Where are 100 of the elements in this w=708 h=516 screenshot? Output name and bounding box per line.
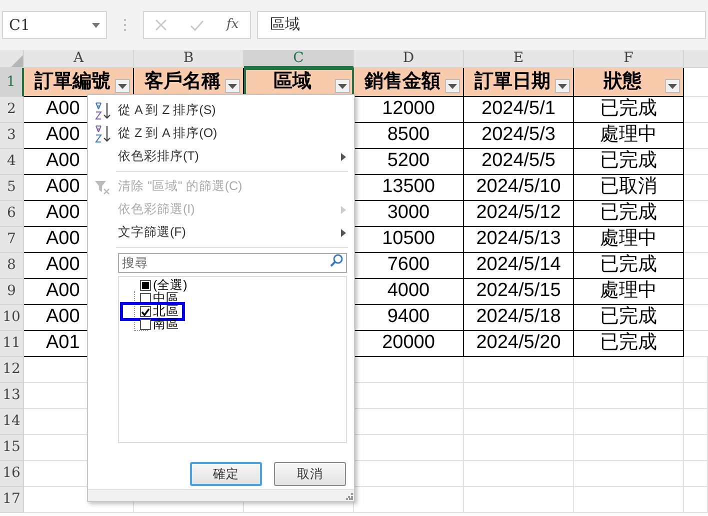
table-cell-text: 處理中 (600, 123, 657, 148)
caret-icon (668, 84, 677, 88)
table-cell-text: 2024/5/12 (476, 201, 561, 226)
header-cell-text: 客戶名稱 (144, 70, 222, 94)
table-cell-text: A00 (46, 97, 80, 122)
row-header[interactable]: 12 (0, 357, 24, 383)
caret-icon (92, 22, 100, 28)
row-header[interactable]: 13 (0, 383, 24, 409)
header-strip (684, 50, 708, 68)
table-cell-text: A00 (46, 201, 80, 226)
table-cell-text: 8500 (387, 123, 430, 148)
row-header[interactable]: 9 (0, 279, 24, 305)
column-header[interactable]: E (464, 50, 574, 68)
row-header[interactable]: 1 (0, 68, 24, 97)
table-cell-text: 2024/5/13 (476, 227, 561, 252)
row-header[interactable]: 17 (0, 487, 24, 513)
table-cell-text: A00 (46, 227, 80, 252)
row-header[interactable]: 11 (0, 331, 24, 357)
formula-field[interactable]: 區域 (257, 11, 706, 39)
table-cell-text: 已取消 (600, 175, 657, 200)
checkmark-icon (141, 308, 150, 316)
row-header[interactable]: 7 (0, 227, 24, 253)
column-header[interactable]: F (574, 50, 684, 68)
column-header[interactable]: A (24, 50, 134, 68)
caret-icon (448, 84, 457, 88)
empty-cell (684, 357, 708, 383)
checkbox-item[interactable]: 北區 (123, 305, 182, 318)
search-icon[interactable] (330, 254, 343, 267)
table-cell-text: 5200 (387, 149, 430, 174)
header-cell-text: 訂單編號 (34, 70, 112, 94)
table-cell-text: 12000 (382, 97, 435, 122)
row-header[interactable]: 14 (0, 409, 24, 435)
clear-filter-icon (94, 178, 110, 194)
column-header[interactable]: B (134, 50, 244, 68)
mixed-state-icon (142, 282, 149, 289)
table-cell-text: 已完成 (600, 201, 657, 226)
row-header[interactable]: 6 (0, 201, 24, 227)
table-cell-text: A00 (46, 175, 80, 200)
table-cell-text: 2024/5/5 (482, 149, 556, 174)
resize-grip-icon[interactable] (346, 493, 353, 500)
filter-dropdown-button[interactable] (335, 79, 350, 93)
table-cell-text: A00 (46, 305, 80, 330)
empty-cell (684, 409, 708, 435)
empty-cell (684, 461, 708, 487)
row-header[interactable]: 16 (0, 461, 24, 487)
menu-item: 依色彩篩選(I) (88, 198, 354, 221)
table-cell-text: 4000 (387, 279, 430, 304)
filter-dropdown-button[interactable] (445, 79, 460, 93)
checkbox-item[interactable]: 南區 (133, 318, 182, 331)
filter-dropdown-button[interactable] (665, 79, 680, 93)
table-cell-text: 2024/5/18 (476, 305, 561, 330)
table-cell-text: 10500 (382, 227, 435, 252)
table-cell-text: 2024/5/15 (476, 279, 561, 304)
dialog-button[interactable]: 確定 (190, 462, 262, 486)
submenu-arrow-icon (341, 152, 346, 160)
row-header[interactable]: 3 (0, 123, 24, 149)
header-cell-text: 訂單日期 (474, 70, 552, 94)
insert-function-button[interactable]: fx (226, 15, 239, 35)
menu-item[interactable]: 從 Z 到 A 排序(O) (88, 122, 354, 145)
menu-item[interactable]: 依色彩排序(T) (88, 145, 354, 168)
dialog-button[interactable]: 取消 (274, 462, 346, 486)
header-cell-text: 狀態 (604, 70, 642, 94)
table-cell-text: A00 (46, 123, 80, 148)
filter-dropdown-button[interactable] (555, 79, 570, 93)
sort-icon (94, 124, 112, 144)
row-header[interactable]: 15 (0, 435, 24, 461)
table-cell-text: 2024/5/14 (476, 253, 561, 278)
table-cell-text: 處理中 (600, 227, 657, 252)
row-header[interactable]: 10 (0, 305, 24, 331)
grip-icon (123, 18, 127, 32)
caret-icon (558, 84, 567, 88)
table-cell-text: 7600 (387, 253, 430, 278)
filter-dropdown-button[interactable] (115, 79, 130, 93)
submenu-arrow-icon (341, 206, 346, 214)
table-cell-text: 9400 (387, 305, 430, 330)
table-cell-text: 已完成 (600, 97, 657, 122)
check-icon[interactable] (190, 20, 204, 30)
header-cell-text: 銷售金額 (364, 70, 442, 94)
row-header[interactable]: 2 (0, 97, 24, 123)
table-cell-text: 2024/5/10 (476, 175, 561, 200)
row-header[interactable]: 5 (0, 175, 24, 201)
row-header[interactable]: 4 (0, 149, 24, 175)
header-cell-text: 區域 (274, 70, 312, 94)
empty-cell (684, 487, 708, 513)
search-field[interactable]: 搜尋 (118, 253, 347, 273)
filter-dropdown-button[interactable] (225, 79, 240, 93)
table-cell-text: A00 (46, 253, 80, 278)
table-cell-text: A01 (46, 331, 80, 356)
caret-icon (118, 84, 127, 88)
name-box[interactable]: C1 (2, 11, 107, 39)
sort-icon (94, 100, 112, 120)
column-header[interactable]: D (354, 50, 464, 68)
checkbox-item[interactable]: (全選) (133, 279, 190, 292)
menu-item[interactable]: 文字篩選(F) (88, 221, 354, 244)
column-header[interactable]: C (244, 50, 354, 68)
table-cell-text: 已完成 (600, 149, 657, 174)
menu-item[interactable]: 從 A 到 Z 排序(S) (88, 99, 354, 122)
table-cell-text: 2024/5/1 (482, 97, 556, 122)
table-cell-text: 已完成 (600, 253, 657, 278)
row-header[interactable]: 8 (0, 253, 24, 279)
